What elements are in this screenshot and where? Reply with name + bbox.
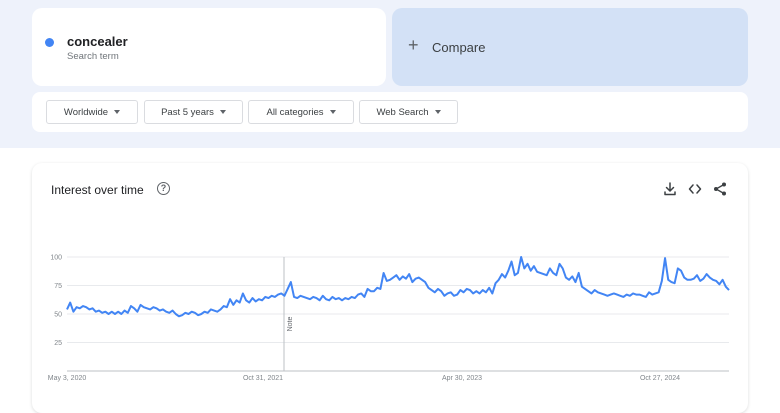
x-tick-label: Oct 31, 2021: [243, 375, 283, 382]
series-color-dot: [45, 38, 54, 47]
note-marker-label[interactable]: Note: [287, 317, 294, 332]
compare-label: Compare: [432, 40, 486, 55]
chevron-down-icon: [114, 110, 121, 114]
compare-button[interactable]: + Compare: [392, 8, 748, 86]
plus-icon: +: [408, 35, 419, 55]
filter-region-label: Worldwide: [63, 106, 109, 118]
x-tick-label: Apr 30, 2023: [442, 375, 482, 382]
filter-time-range-label: Past 5 years: [161, 106, 214, 118]
search-term-card[interactable]: concealer Search term: [32, 8, 386, 86]
filter-time-range[interactable]: Past 5 years: [144, 100, 243, 124]
chevron-down-icon: [219, 110, 226, 114]
y-tick-label: 25: [54, 340, 62, 347]
filter-search-type-label: Web Search: [376, 106, 429, 118]
filter-category-label: All categories: [266, 106, 324, 118]
chevron-down-icon: [434, 110, 441, 114]
search-term-name[interactable]: concealer: [67, 34, 128, 49]
filter-region[interactable]: Worldwide: [46, 100, 138, 124]
x-tick-label: May 3, 2020: [48, 375, 87, 382]
x-tick-label: Oct 27, 2024: [640, 375, 680, 382]
filter-search-type[interactable]: Web Search: [359, 100, 458, 124]
y-tick-label: 50: [54, 312, 62, 319]
chevron-down-icon: [329, 110, 336, 114]
interest-line-chart: 100 75 50 25 May 3, 2020 Oct 31, 2021 Apr 30, …: [48, 255, 730, 382]
search-term-label: Search term: [67, 51, 119, 62]
y-tick-label: 100: [50, 255, 62, 262]
y-tick-label: 75: [54, 283, 62, 290]
filter-bar: Worldwide Past 5 years All categories We…: [32, 92, 748, 132]
filter-category[interactable]: All categories: [248, 100, 354, 124]
series-line-concealer[interactable]: [66, 256, 730, 318]
interest-over-time-card: Interest over time ? 100 75 50 25 May 3, 202…: [32, 163, 748, 413]
